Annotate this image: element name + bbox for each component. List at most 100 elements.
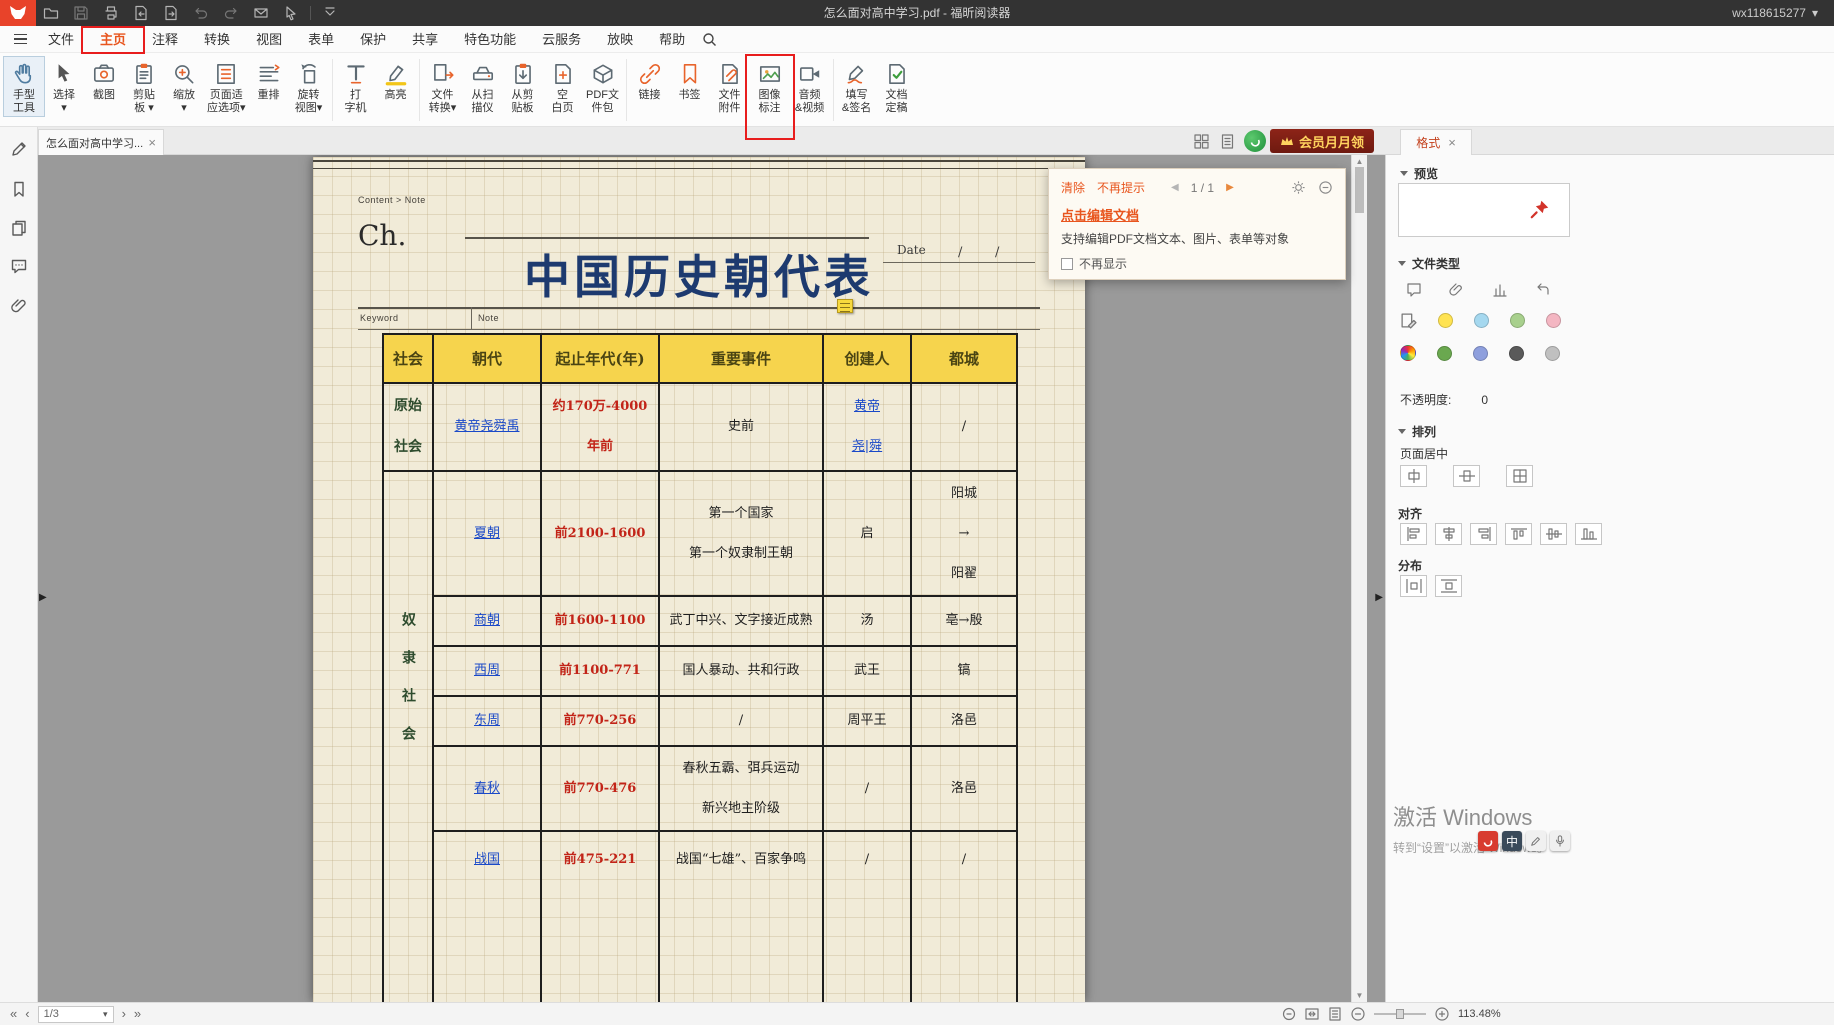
menu-file[interactable]: 文件 bbox=[35, 26, 87, 53]
color-swatch-green[interactable] bbox=[1437, 346, 1452, 361]
note-type-icon[interactable] bbox=[1400, 279, 1427, 301]
send-doc-icon[interactable] bbox=[158, 3, 184, 23]
ime-logo-icon[interactable] bbox=[1478, 831, 1498, 851]
next-page-button[interactable]: › bbox=[122, 1003, 126, 1025]
menu-protect[interactable]: 保护 bbox=[347, 26, 399, 53]
attachments-panel-icon[interactable] bbox=[9, 296, 29, 316]
color-swatch-gray[interactable] bbox=[1545, 346, 1560, 361]
scroll-up-icon[interactable]: ▲ bbox=[1352, 157, 1367, 166]
scroll-down-icon[interactable]: ▼ bbox=[1352, 991, 1367, 1000]
redo-icon[interactable] bbox=[218, 3, 244, 23]
popup-dont-remind-link[interactable]: 不再提示 bbox=[1097, 179, 1145, 196]
dynasty-link[interactable]: 黄帝尧舜禹 bbox=[433, 383, 541, 471]
ribbon-tool-snapshot[interactable]: 截图 bbox=[84, 57, 124, 103]
menu-cloud[interactable]: 云服务 bbox=[529, 26, 594, 53]
sticky-note-annotation-icon[interactable] bbox=[837, 299, 853, 313]
collapse-left-panel-icon[interactable]: ▶ bbox=[39, 592, 47, 603]
align-middle-button[interactable] bbox=[1540, 523, 1567, 545]
zoom-in-icon[interactable] bbox=[1435, 1007, 1449, 1021]
color-swatch-lightgreen[interactable] bbox=[1510, 313, 1525, 328]
search-icon[interactable] bbox=[702, 32, 717, 47]
zoom-slider[interactable] bbox=[1374, 1013, 1426, 1015]
ribbon-tool-hand[interactable]: 手型 工具 bbox=[4, 57, 44, 116]
format-panel-tab[interactable]: 格式 × bbox=[1400, 129, 1472, 155]
center-both-button[interactable] bbox=[1506, 465, 1533, 487]
ribbon-tool-rotate-view[interactable]: 旋转 视图▾ bbox=[289, 57, 329, 116]
ribbon-tool-highlight[interactable]: 高亮 bbox=[376, 57, 416, 103]
customize-toolbar-caret-icon[interactable] bbox=[317, 3, 343, 23]
last-page-button[interactable]: » bbox=[134, 1003, 141, 1025]
color-swatch-darkgray[interactable] bbox=[1509, 346, 1524, 361]
actual-size-icon[interactable] bbox=[1282, 1007, 1296, 1021]
menu-convert[interactable]: 转换 bbox=[191, 26, 243, 53]
annotate-pencil-icon[interactable] bbox=[9, 139, 29, 159]
chart-type-icon[interactable] bbox=[1486, 279, 1513, 301]
color-swatch-yellow[interactable] bbox=[1438, 313, 1453, 328]
document-view-area[interactable]: Content > Note Ch. 中国历史朝代表 Date / / Keyw… bbox=[38, 155, 1385, 1002]
bookmarks-panel-icon[interactable] bbox=[9, 179, 29, 199]
page-edit-icon[interactable] bbox=[1400, 312, 1417, 329]
ribbon-tool-bookmark[interactable]: 书签 bbox=[670, 57, 710, 103]
ribbon-tool-link[interactable]: 链接 bbox=[630, 57, 670, 103]
file-type-section-header[interactable]: 文件类型 bbox=[1398, 255, 1460, 272]
ribbon-tool-select[interactable]: 选择 ▾ bbox=[44, 57, 84, 116]
pages-panel-icon[interactable] bbox=[9, 218, 29, 238]
ime-mic-icon[interactable] bbox=[1550, 831, 1570, 851]
member-benefit-button[interactable]: 会员月月领 bbox=[1270, 129, 1374, 153]
dynasty-link[interactable]: 战国 bbox=[433, 831, 541, 1002]
align-right-button[interactable] bbox=[1470, 523, 1497, 545]
color-swatch-rainbow[interactable] bbox=[1400, 345, 1416, 361]
document-tab[interactable]: 怎么面对高中学习... × bbox=[38, 129, 164, 155]
menu-form[interactable]: 表单 bbox=[295, 26, 347, 53]
color-swatch-blue[interactable] bbox=[1473, 346, 1488, 361]
export-doc-icon[interactable] bbox=[128, 3, 154, 23]
close-format-panel-icon[interactable]: × bbox=[1448, 136, 1456, 149]
center-vertical-button[interactable] bbox=[1453, 465, 1480, 487]
align-center-button[interactable] bbox=[1435, 523, 1462, 545]
edit-document-link[interactable]: 点击编辑文档 bbox=[1061, 205, 1333, 224]
open-file-icon[interactable] bbox=[38, 3, 64, 23]
share-mail-icon[interactable] bbox=[248, 3, 274, 23]
dynasty-link[interactable]: 商朝 bbox=[433, 596, 541, 646]
color-swatch-lightblue[interactable] bbox=[1474, 313, 1489, 328]
ribbon-tool-typewriter[interactable]: 打 字机 bbox=[336, 57, 376, 116]
popup-clear-link[interactable]: 清除 bbox=[1061, 179, 1085, 196]
pdf-page[interactable]: Content > Note Ch. 中国历史朝代表 Date / / Keyw… bbox=[313, 157, 1085, 1002]
fit-width-icon[interactable] bbox=[1305, 1007, 1319, 1021]
dont-show-checkbox[interactable] bbox=[1061, 258, 1073, 270]
ime-pen-icon[interactable] bbox=[1526, 831, 1546, 851]
popup-prev-icon[interactable]: ◀ bbox=[1171, 182, 1179, 193]
distribute-horizontal-button[interactable] bbox=[1400, 575, 1427, 597]
popup-settings-gear-icon[interactable] bbox=[1291, 180, 1306, 195]
align-left-button[interactable] bbox=[1400, 523, 1427, 545]
popup-next-icon[interactable]: ▶ bbox=[1226, 182, 1234, 193]
scrollbar-thumb[interactable] bbox=[1355, 167, 1364, 213]
zoom-out-icon[interactable] bbox=[1351, 1007, 1365, 1021]
foxit-promo-icon[interactable] bbox=[1244, 130, 1266, 152]
arrange-section-header[interactable]: 排列 bbox=[1398, 423, 1436, 440]
align-bottom-button[interactable] bbox=[1575, 523, 1602, 545]
vertical-scrollbar[interactable]: ▲ ▼ bbox=[1351, 155, 1367, 1002]
save-icon[interactable] bbox=[68, 3, 94, 23]
undo-icon[interactable] bbox=[188, 3, 214, 23]
menu-features[interactable]: 特色功能 bbox=[451, 26, 529, 53]
ribbon-tool-from-scanner[interactable]: 从扫 描仪 bbox=[463, 57, 503, 116]
menu-home[interactable]: 主页 bbox=[87, 26, 139, 53]
hamburger-menu-icon[interactable] bbox=[14, 34, 27, 45]
zoom-percent[interactable]: 113.48% bbox=[1458, 1008, 1501, 1020]
distribute-vertical-button[interactable] bbox=[1435, 575, 1462, 597]
quick-access-icon[interactable] bbox=[278, 3, 304, 23]
print-icon[interactable] bbox=[98, 3, 124, 23]
dynasty-link[interactable]: 西周 bbox=[433, 646, 541, 696]
fit-page-icon[interactable] bbox=[1328, 1007, 1342, 1021]
thumbnail-view-icon[interactable] bbox=[1190, 131, 1212, 151]
ribbon-tool-blank-page[interactable]: 空 白页 bbox=[543, 57, 583, 116]
reply-arrow-icon[interactable] bbox=[1529, 279, 1556, 301]
prev-page-button[interactable]: ‹ bbox=[25, 1003, 29, 1025]
menu-comment[interactable]: 注释 bbox=[139, 26, 191, 53]
ribbon-tool-file-attachment[interactable]: 文件 附件 bbox=[710, 57, 750, 116]
dynasty-link[interactable]: 夏朝 bbox=[433, 471, 541, 596]
preview-section-header[interactable]: 预览 bbox=[1400, 165, 1438, 182]
page-number-selector[interactable]: 1/3 ▾ bbox=[38, 1006, 114, 1023]
align-top-button[interactable] bbox=[1505, 523, 1532, 545]
